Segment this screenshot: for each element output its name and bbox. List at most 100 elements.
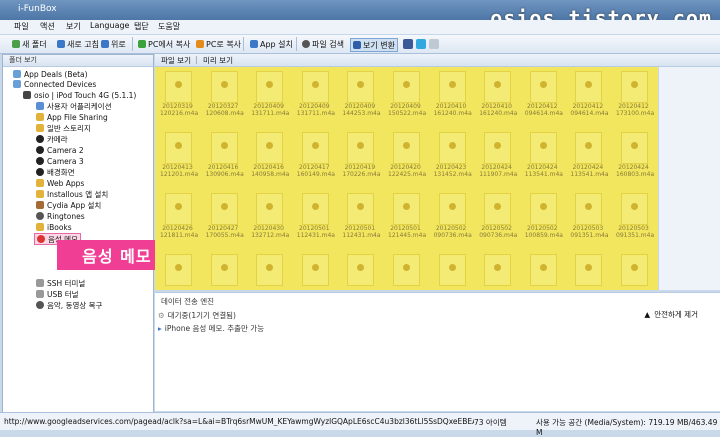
eject-icon: ▲: [644, 310, 651, 319]
file-item[interactable]: [390, 251, 421, 290]
tree-user-apps[interactable]: 사용자 어플리케이션: [36, 101, 111, 111]
tab-preview[interactable]: 미리 보기: [203, 55, 233, 66]
transfer-header: 데이터 전송 엔진: [161, 297, 215, 306]
app-install-button[interactable]: App 설치: [250, 38, 293, 50]
file-item[interactable]: 20120416 130906.m4a: [206, 129, 244, 182]
file-item[interactable]: 20120501 112431.m4a: [342, 190, 381, 243]
file-item[interactable]: [253, 251, 284, 290]
tree-wallpaper[interactable]: 배경화면: [36, 167, 75, 177]
new-folder-icon: [12, 40, 20, 48]
tree-media-restore[interactable]: 음악, 동영상 복구: [36, 300, 102, 310]
file-item[interactable]: 20120409 131711.m4a: [297, 68, 335, 121]
tree-cydia[interactable]: Cydia App 설치: [36, 200, 101, 210]
file-item[interactable]: 20120424 113541.m4a: [570, 129, 609, 182]
file-item[interactable]: [208, 251, 239, 290]
file-item[interactable]: 20120502 100859.m4a: [525, 190, 563, 243]
tree-camera-3[interactable]: Camera 3: [36, 156, 84, 166]
file-item[interactable]: 20120423 131452.m4a: [434, 129, 472, 182]
file-item[interactable]: [527, 251, 558, 290]
toolbar-separator: [132, 37, 133, 51]
copy-to-pc-button[interactable]: PC로 복사: [196, 38, 241, 50]
facebook-button[interactable]: [403, 38, 413, 50]
file-item[interactable]: 20120409 144253.m4a: [342, 68, 381, 121]
menu-action[interactable]: 액션: [40, 21, 55, 32]
file-grid-scroll-area[interactable]: [658, 67, 720, 290]
camera-icon: [36, 157, 44, 165]
file-item[interactable]: [481, 251, 512, 290]
new-folder-button[interactable]: 새 폴더: [12, 38, 47, 50]
file-item[interactable]: 20120419 170226.m4a: [342, 129, 381, 182]
file-item[interactable]: 20120410 161240.m4a: [434, 68, 472, 121]
tree-app-file-sharing[interactable]: App File Sharing: [36, 112, 108, 122]
file-name: 20120424 113541.m4a: [570, 164, 609, 178]
file-item[interactable]: 20120327 120608.m4a: [205, 68, 244, 121]
up-button[interactable]: 위로: [101, 38, 126, 50]
file-item[interactable]: 20120412 094614.m4a: [525, 68, 563, 121]
tree-usb-tunnel[interactable]: USB 터널: [36, 289, 79, 299]
file-name: 20120319 120216.m4a: [160, 103, 199, 117]
file-item[interactable]: 20120409 150522.m4a: [388, 68, 426, 121]
view-toggle-button[interactable]: 보기 변환: [350, 38, 398, 52]
file-item[interactable]: 20120412 173100.m4a: [616, 68, 654, 121]
tree-installous[interactable]: Installous 앱 설치: [36, 189, 108, 199]
tab-file-view[interactable]: 파일 보기: [161, 55, 191, 66]
file-item[interactable]: 20120502 090736.m4a: [434, 190, 472, 243]
tree-general-storage[interactable]: 일반 스토리지: [36, 123, 91, 133]
file-item[interactable]: 20120427 170055.m4a: [206, 190, 244, 243]
file-item[interactable]: 20120416 140958.m4a: [251, 129, 289, 182]
tree-ssh-terminal[interactable]: SSH 터미널: [36, 278, 85, 288]
file-item[interactable]: 20120430 132712.m4a: [251, 190, 289, 243]
audio-file-icon: [347, 193, 375, 225]
file-item[interactable]: 20120420 122425.m4a: [388, 129, 426, 182]
file-search-button[interactable]: 파일 검색: [302, 38, 344, 50]
tree-camera[interactable]: 카메라: [36, 134, 68, 144]
file-item[interactable]: 20120417 160149.m4a: [297, 129, 335, 182]
tree-device[interactable]: osio | iPod Touch 4G (5.1.1): [23, 90, 136, 100]
file-item[interactable]: 20120503 091351.m4a: [616, 190, 654, 243]
file-item[interactable]: 20120501 121445.m4a: [388, 190, 426, 243]
file-name: 20120327 120608.m4a: [205, 103, 244, 117]
menu-help[interactable]: 도움말: [158, 21, 180, 32]
menu-tab-close[interactable]: 탭닫: [134, 21, 149, 32]
audio-file-icon: [165, 193, 192, 225]
copy-to-pc-icon: [196, 40, 204, 48]
audio-file-icon: [484, 254, 512, 286]
file-item[interactable]: [618, 251, 649, 290]
tree-camera-2[interactable]: Camera 2: [36, 145, 84, 155]
copy-from-pc-button[interactable]: PC에서 복사: [138, 38, 190, 50]
file-item[interactable]: [344, 251, 375, 290]
file-item[interactable]: 20120409 131711.m4a: [251, 68, 289, 121]
file-item[interactable]: [436, 251, 467, 290]
file-item[interactable]: 20120412 094614.m4a: [570, 68, 609, 121]
tree-connected-devices[interactable]: Connected Devices: [13, 79, 96, 89]
settings-button[interactable]: [429, 38, 439, 50]
file-item[interactable]: 20120424 111907.m4a: [479, 129, 517, 182]
file-item[interactable]: 20120426 121811.m4a: [160, 190, 198, 243]
file-item[interactable]: [162, 251, 193, 290]
file-item[interactable]: 20120502 090736.m4a: [479, 190, 517, 243]
file-item[interactable]: 20120503 091351.m4a: [570, 190, 609, 243]
tree-ringtones[interactable]: Ringtones: [36, 211, 85, 221]
audio-file-icon: [301, 193, 329, 225]
file-item[interactable]: 20120424 160803.m4a: [616, 129, 654, 182]
usb-icon: [36, 290, 44, 298]
file-item[interactable]: 20120424 113541.m4a: [525, 129, 563, 182]
twitter-button[interactable]: [416, 38, 426, 50]
refresh-button[interactable]: 새로 고침: [57, 38, 99, 50]
menu-view[interactable]: 보기: [66, 21, 81, 32]
file-item[interactable]: [299, 251, 330, 290]
file-item[interactable]: 20120410 161240.m4a: [479, 68, 517, 121]
safe-remove-button[interactable]: ▲ 안전하게 제거: [644, 309, 698, 320]
tree-ibooks[interactable]: iBooks: [36, 222, 72, 232]
tree-web-apps[interactable]: Web Apps: [36, 178, 84, 188]
file-item[interactable]: 20120413 121201.m4a: [160, 129, 198, 182]
audio-file-icon: [529, 71, 557, 103]
menu-language[interactable]: Language: [90, 21, 129, 30]
status-url: http://www.googleadservices.com/pagead/a…: [4, 417, 474, 426]
file-item[interactable]: 20120319 120216.m4a: [160, 68, 199, 121]
file-item[interactable]: [572, 251, 603, 290]
tree-app-deals[interactable]: App Deals (Beta): [13, 69, 88, 79]
audio-file-icon: [210, 193, 238, 225]
file-item[interactable]: 20120501 112431.m4a: [297, 190, 335, 243]
menu-file[interactable]: 파일: [14, 21, 29, 32]
